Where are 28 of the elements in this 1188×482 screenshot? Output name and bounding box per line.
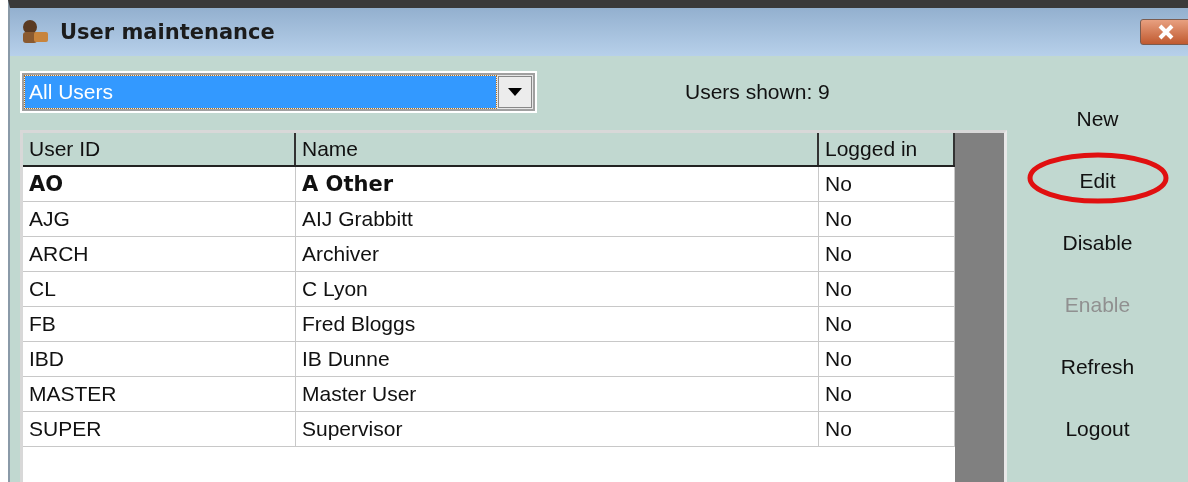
table-cell: AIJ Grabbitt — [296, 202, 819, 237]
table-cell: Master User — [296, 377, 819, 412]
table-cell: CL — [23, 272, 296, 307]
action-button[interactable]: New — [1022, 88, 1173, 150]
column-header[interactable]: Name — [296, 133, 819, 165]
users-shown-count: Users shown: 9 — [685, 80, 830, 104]
action-button[interactable]: Logout — [1022, 398, 1173, 460]
close-button[interactable] — [1140, 19, 1188, 45]
table-cell: AO — [23, 167, 296, 202]
table-cell: C Lyon — [296, 272, 819, 307]
table-cell: A Other — [296, 167, 819, 202]
users-icon — [20, 18, 50, 46]
window-title: User maintenance — [60, 20, 276, 44]
table-cell: FB — [23, 307, 296, 342]
table-cell: IB Dunne — [296, 342, 819, 377]
table-cell: SUPER — [23, 412, 296, 447]
column-header[interactable]: User ID — [23, 133, 296, 165]
action-button[interactable]: Disable — [1022, 212, 1173, 274]
table-cell: Supervisor — [296, 412, 819, 447]
table-cell: ARCH — [23, 237, 296, 272]
action-button[interactable]: Refresh — [1022, 336, 1173, 398]
circled-button[interactable]: Edit — [1022, 150, 1173, 212]
table-cell: AJG — [23, 202, 296, 237]
table-cell: Archiver — [296, 237, 819, 272]
table-cell: MASTER — [23, 377, 296, 412]
table-cell: IBD — [23, 342, 296, 377]
table-cell: Fred Bloggs — [296, 307, 819, 342]
dropdown-arrow-icon — [508, 88, 522, 96]
